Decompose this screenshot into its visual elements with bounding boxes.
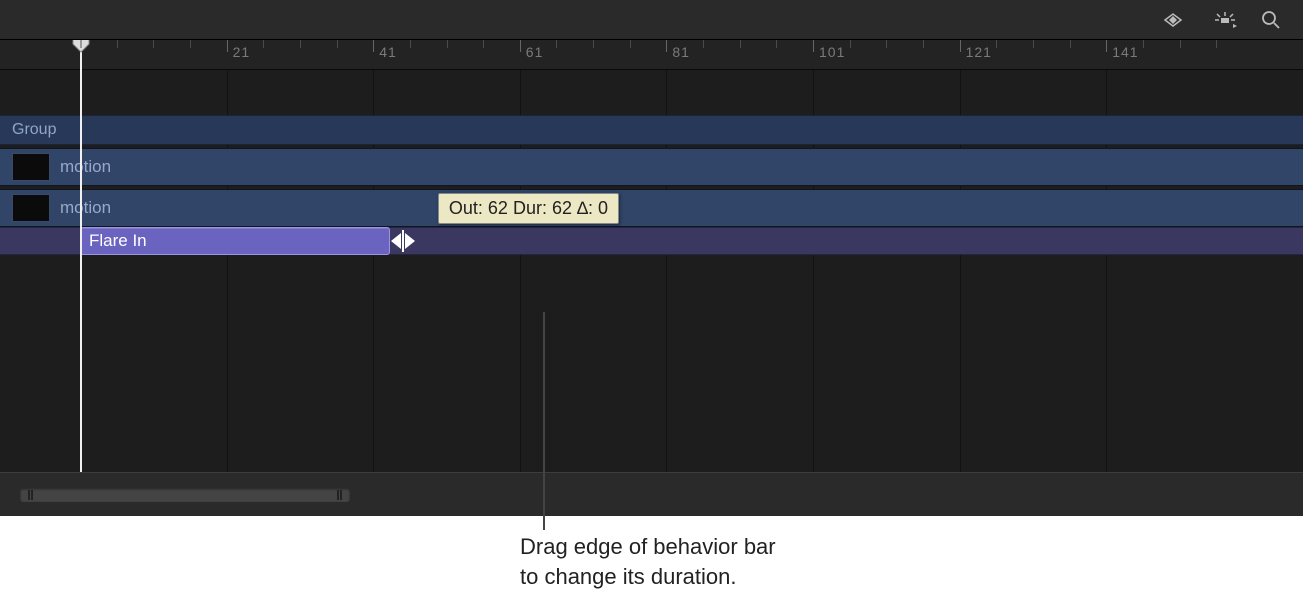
ruler-tick-label: 21 bbox=[227, 44, 251, 60]
group-track[interactable]: Group bbox=[0, 115, 1303, 145]
playhead[interactable] bbox=[80, 40, 82, 472]
ruler-tick-label: 121 bbox=[960, 44, 992, 60]
search-icon[interactable] bbox=[1261, 10, 1281, 30]
time-ruler[interactable]: 21 41 61 81 101 121 141 bbox=[0, 40, 1303, 70]
clip-track-1[interactable]: motion bbox=[0, 148, 1303, 186]
behavior-bar[interactable]: Flare In Out: 62 Dur: 62 ∆: 0 bbox=[80, 227, 390, 255]
ruler-tick-label: 141 bbox=[1106, 44, 1138, 60]
clip-label: motion bbox=[60, 198, 111, 218]
ruler-tick-label: 61 bbox=[520, 44, 544, 60]
clip-track-2[interactable]: motion bbox=[0, 189, 1303, 227]
effects-icon[interactable] bbox=[1211, 10, 1239, 30]
clip-thumbnail bbox=[12, 194, 50, 222]
ruler-tick-label: 101 bbox=[813, 44, 845, 60]
trim-handle-icon[interactable] bbox=[391, 230, 415, 252]
behavior-track[interactable]: Flare In Out: 62 Dur: 62 ∆: 0 bbox=[0, 227, 1303, 255]
group-label: Group bbox=[12, 121, 56, 139]
timeline-footer bbox=[0, 472, 1303, 516]
callout-line bbox=[543, 312, 545, 530]
ruler-tick-label: 81 bbox=[666, 44, 690, 60]
clip-thumbnail bbox=[12, 153, 50, 181]
keyframe-icon[interactable] bbox=[1157, 12, 1189, 28]
ruler-tick-label: 41 bbox=[373, 44, 397, 60]
behavior-label: Flare In bbox=[89, 231, 147, 251]
timeline-toolbar bbox=[0, 0, 1303, 40]
zoom-slider[interactable] bbox=[20, 488, 350, 502]
timeline-canvas[interactable]: 21 41 61 81 101 121 141 Group motion motion bbox=[0, 40, 1303, 472]
caption-text: Drag edge of behavior bar to change its … bbox=[520, 532, 920, 591]
clip-label: motion bbox=[60, 157, 111, 177]
